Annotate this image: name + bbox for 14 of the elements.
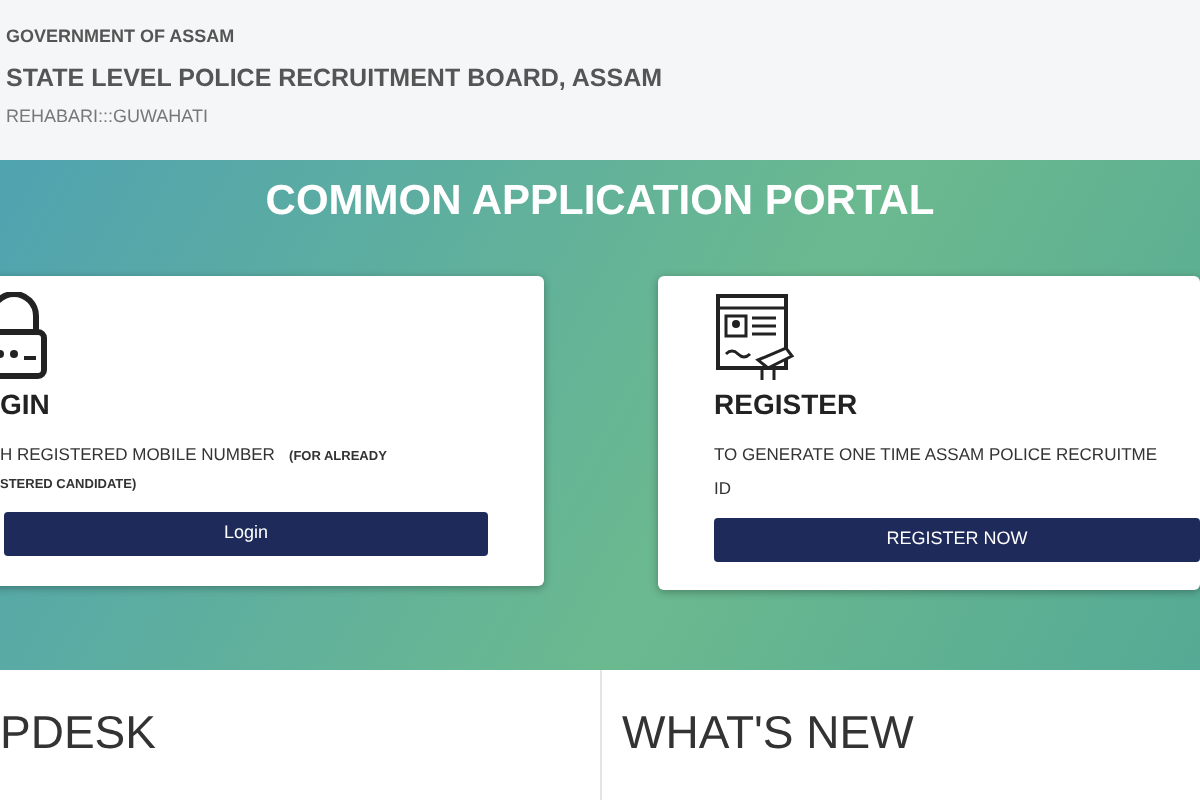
card-title: REGISTER: [714, 388, 858, 420]
location-label: REHABARI:::GUWAHATI: [6, 104, 211, 131]
section-heading: PDESK: [0, 706, 156, 758]
register-description-continued: ID: [714, 477, 731, 498]
register-now-button[interactable]: REGISTER NOW: [714, 517, 1200, 561]
card-title: GIN: [0, 388, 50, 420]
login-description: H REGISTERED MOBILE NUMBER: [0, 444, 275, 464]
government-label: GOVERNMENT OF ASSAM: [6, 24, 237, 50]
login-button[interactable]: Login: [4, 511, 488, 555]
portal-title: COMMON APPLICATION PORTAL: [265, 178, 935, 224]
board-title: STATE LEVEL POLICE RECRUITMENT BOARD, ASSAM: [6, 61, 665, 95]
registration-form-icon: [714, 292, 798, 384]
register-description: TO GENERATE ONE TIME ASSAM POLICE RECRUITME: [714, 444, 1158, 464]
section-heading: WHAT'S NEW: [622, 706, 914, 758]
